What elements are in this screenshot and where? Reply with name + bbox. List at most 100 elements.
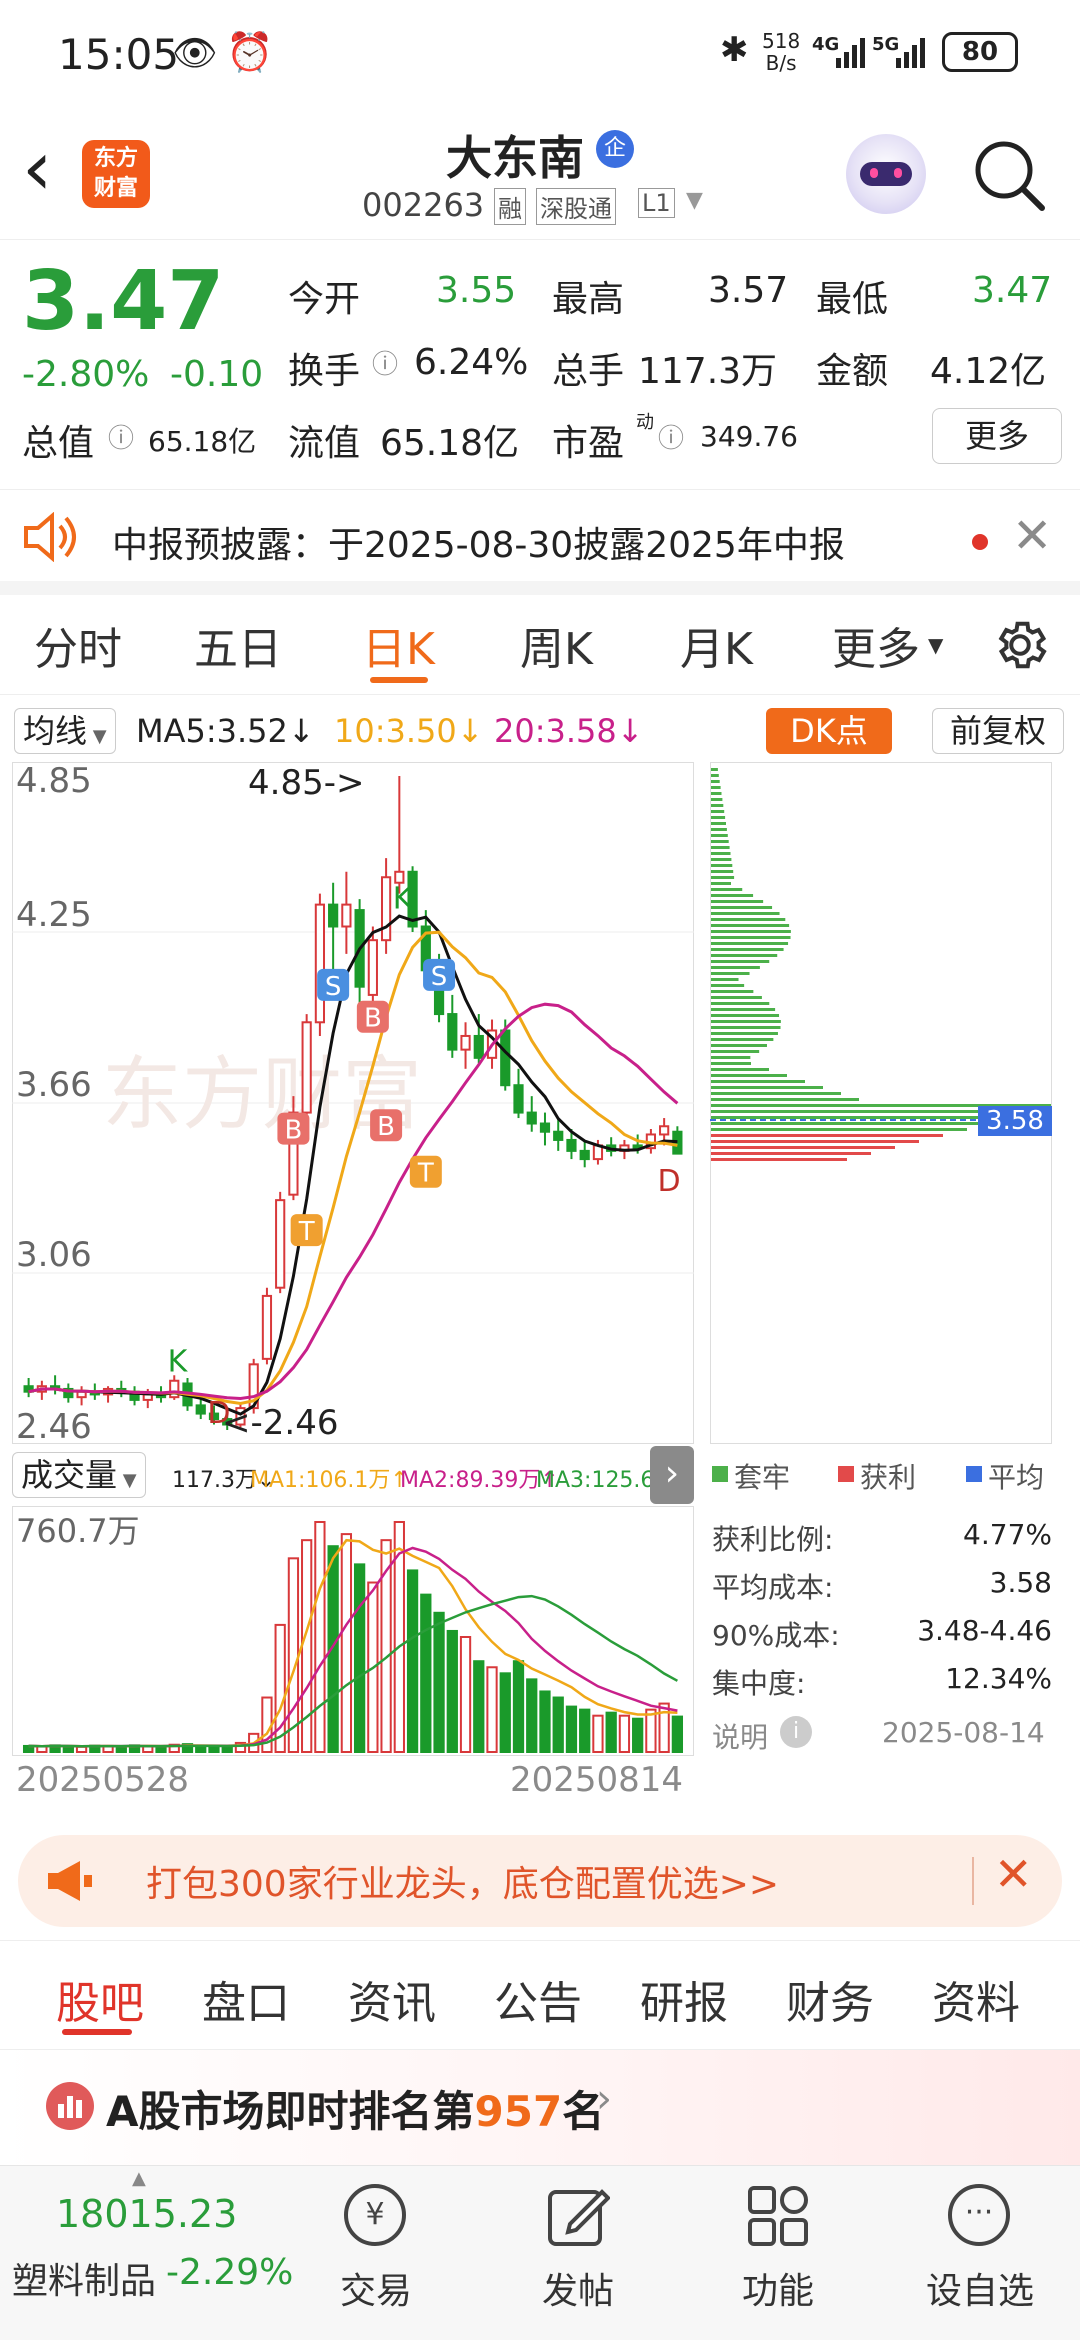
chip-bar: [711, 1158, 847, 1161]
volume-bar: [446, 1629, 458, 1753]
promo-text: 打包300家行业龙头，底仓配置优选>>: [146, 1864, 780, 1905]
index-value[interactable]: 18015.23: [56, 2192, 237, 2236]
chip-bar: [711, 774, 719, 777]
dropdown-icon[interactable]: ▼: [686, 188, 703, 213]
close-icon[interactable]: ✕: [1012, 508, 1052, 564]
promo-banner[interactable]: 打包300家行业龙头，底仓配置优选>> ✕: [18, 1835, 1062, 1927]
industry-name[interactable]: 塑料制品: [12, 2252, 156, 2304]
tab-intraday[interactable]: 分时: [34, 613, 122, 677]
more-button[interactable]: 更多: [932, 408, 1062, 464]
chip-bar: [711, 822, 726, 825]
dk-point-button[interactable]: DK点: [766, 708, 892, 754]
ma5-line: [28, 914, 678, 1416]
volume-bar: [565, 1705, 578, 1754]
chip-stat-value: 12.34%: [945, 1662, 1052, 1695]
candle: [314, 903, 326, 1024]
tab-more[interactable]: 更多: [832, 613, 920, 677]
chip-bar: [711, 1002, 770, 1005]
chip-bar: [711, 888, 743, 891]
tab-forum[interactable]: 股吧: [56, 1967, 144, 2031]
tab-announcements[interactable]: 公告: [494, 1967, 582, 2031]
info-icon[interactable]: ⓘ: [372, 344, 398, 381]
info-icon[interactable]: ⓘ: [108, 418, 134, 455]
tab-research[interactable]: 研报: [640, 1967, 728, 2031]
chevron-right-icon: ›: [596, 2076, 612, 2122]
change-pct: -2.80%: [22, 354, 150, 395]
features-button[interactable]: 功能: [708, 2166, 848, 2341]
amount-value: 4.12亿: [930, 351, 1047, 392]
post-button[interactable]: 发帖: [508, 2166, 648, 2341]
volume-label: 总手: [552, 351, 625, 392]
info-icon[interactable]: ⓘ: [658, 418, 684, 455]
chip-help-label[interactable]: 说明: [712, 1716, 768, 1756]
chip-bar: [711, 942, 789, 945]
signal-icon: [836, 38, 865, 68]
volume-chart[interactable]: 760.7万: [12, 1506, 694, 1756]
alarm-icon: ⏰: [226, 30, 274, 74]
chip-bar: [711, 1146, 895, 1149]
ma5-value: MA5:3.52↓: [136, 712, 315, 750]
amount-label: 金额: [816, 351, 889, 392]
volume-bar: [75, 1745, 88, 1754]
volume-bar: [155, 1745, 167, 1753]
chip-bar: [711, 786, 721, 789]
float-value-label: 流值: [288, 423, 361, 464]
tab-finance[interactable]: 财务: [786, 1967, 874, 2031]
tab-daily-k[interactable]: 日K: [362, 613, 435, 677]
signal-label: S: [325, 972, 342, 1002]
chip-bar: [711, 1074, 787, 1077]
quote-panel: 3.47 -2.80% -0.10 今开 3.55 最高 3.57 最低 3.4…: [0, 240, 1080, 490]
adjust-button[interactable]: 前复权: [932, 708, 1064, 754]
trade-button[interactable]: ¥ 交易: [306, 2166, 446, 2341]
chip-bar: [711, 960, 770, 963]
low-marker: <-2.46: [222, 1403, 338, 1443]
ma-selector[interactable]: 均线 ▼: [14, 708, 116, 754]
add-watchlist-button[interactable]: ··· 设自选: [910, 2166, 1050, 2341]
notice-bar[interactable]: 中报预披露：于2025-08-30披露2025年中报 ✕: [0, 490, 1080, 595]
stock-header: ‹ 东方 财富 大东南 企 002263 融 深股通 L1 ▼: [0, 110, 1080, 240]
chip-bar: [711, 870, 734, 873]
volume-selector[interactable]: 成交量 ▼: [12, 1452, 146, 1498]
tab-weekly-k[interactable]: 周K: [520, 613, 593, 677]
high-label: 最高: [552, 279, 625, 320]
tab-orderbook[interactable]: 盘口: [202, 1967, 290, 2031]
collapse-icon[interactable]: ▲: [132, 2168, 146, 2189]
chip-bar: [711, 1020, 781, 1023]
signal-label: B: [284, 1116, 302, 1146]
info-icon[interactable]: i: [780, 1716, 812, 1748]
assistant-avatar-icon[interactable]: [846, 134, 926, 214]
open-label: 今开: [288, 279, 361, 320]
search-icon[interactable]: [972, 138, 1048, 214]
signal-label: B: [377, 1112, 395, 1142]
candle: [301, 1021, 312, 1114]
tab-profile[interactable]: 资料: [932, 1967, 1020, 2031]
chip-bar: [711, 1014, 780, 1017]
chip-bar: [711, 1128, 967, 1131]
tab-monthly-k[interactable]: 月K: [680, 613, 753, 677]
candle: [328, 903, 339, 928]
candle: [553, 1130, 564, 1141]
gear-icon[interactable]: [990, 615, 1050, 675]
float-value: 65.18亿: [380, 423, 520, 464]
volume-bar: [420, 1593, 432, 1753]
edit-icon: [548, 2189, 610, 2246]
kline-chart[interactable]: 东方财富 BBBS STTKKDD 4.85 4.25 3.66 3.06 2.4…: [12, 762, 694, 1444]
pe-label: 市盈: [552, 423, 625, 464]
back-icon[interactable]: ‹: [22, 128, 52, 208]
close-icon[interactable]: ✕: [994, 1847, 1033, 1901]
candle: [566, 1138, 577, 1152]
signal-label: S: [431, 962, 448, 992]
market-rank-banner[interactable]: A股市场即时排名第957名 ›: [0, 2050, 1080, 2170]
chip-bar: [711, 1134, 943, 1137]
tab-news[interactable]: 资讯: [348, 1967, 436, 2031]
legend-swatch-trapped: [712, 1466, 728, 1482]
legend-avg: 平均: [988, 1461, 1045, 1494]
open-value: 3.55: [436, 270, 517, 311]
vol-ma1: MA1:106.1万↑: [250, 1468, 409, 1493]
tab-five-day[interactable]: 五日: [194, 613, 282, 677]
chip-bar: [711, 828, 727, 831]
active-tab-indicator: [62, 2029, 132, 2035]
chip-bar: [711, 978, 739, 981]
chevron-right-icon[interactable]: ›: [650, 1446, 694, 1504]
candle: [341, 903, 352, 928]
